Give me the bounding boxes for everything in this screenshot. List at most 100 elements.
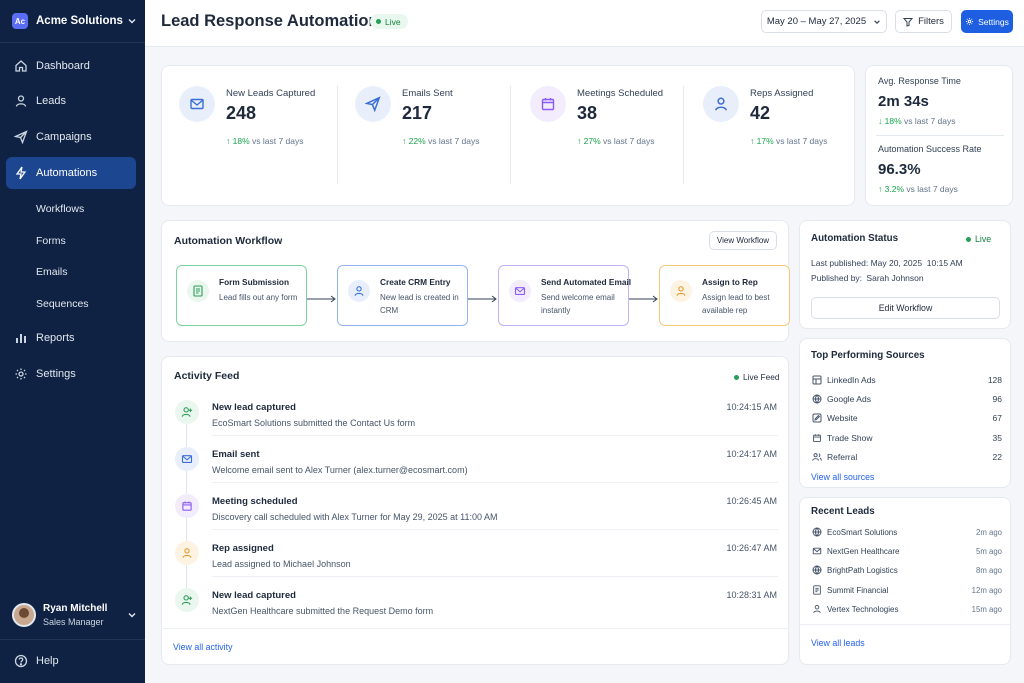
subnav-forms[interactable]: Forms — [36, 235, 66, 247]
nav-item-campaigns[interactable]: Campaigns — [6, 121, 136, 153]
settings-button[interactable]: Settings — [961, 10, 1013, 33]
date-range-picker[interactable]: May 20 – May 27, 2025 — [761, 10, 887, 33]
view-all-sources-link[interactable]: View all sources — [811, 472, 874, 482]
mail-icon — [189, 96, 205, 112]
source-row[interactable]: Website 67 — [812, 411, 1002, 425]
brand-name: Acme Solutions — [36, 15, 123, 27]
kpi-change: ↑ 18% vs last 7 days — [226, 136, 304, 146]
kpi-meetings-scheduled: Meetings Scheduled 38 ↑ 27% vs last 7 da… — [530, 86, 700, 166]
user-icon — [348, 280, 370, 302]
nav-label: Help — [36, 655, 59, 667]
step-title: Form Submission — [219, 277, 290, 287]
workflow-step[interactable]: Assign to Rep Assign lead to best availa… — [659, 265, 790, 326]
source-row[interactable]: Google Ads 96 — [812, 392, 1002, 406]
view-all-activity-link[interactable]: View all activity — [173, 642, 232, 652]
step-desc: New lead is created in CRM — [380, 293, 459, 315]
lead-row[interactable]: NextGen Healthcare 5m ago — [812, 544, 1002, 558]
nav-label: Leads — [36, 95, 66, 107]
mail-icon — [509, 280, 531, 302]
user-role: Sales Manager — [43, 617, 104, 627]
activity-time: 10:26:47 AM — [726, 543, 777, 553]
lead-time: 12m ago — [971, 585, 1002, 595]
side-kpi-change: ↑ 3.2% vs last 7 days — [878, 184, 958, 194]
activity-time: 10:24:17 AM — [726, 449, 777, 459]
nav-item-help[interactable]: Help — [6, 645, 136, 677]
kpi-compare: vs last 7 days — [603, 136, 655, 146]
activity-title: Email sent — [212, 449, 260, 460]
filters-button[interactable]: Filters — [895, 10, 952, 33]
user-icon — [670, 280, 692, 302]
help-icon — [14, 654, 28, 668]
source-row[interactable]: Trade Show 35 — [812, 431, 1002, 445]
settings-label: Settings — [978, 16, 1009, 27]
user-name: Ryan Mitchell — [43, 603, 108, 614]
lead-name: Summit Financial — [827, 585, 889, 595]
workflow-step[interactable]: Send Automated Email Send welcome email … — [498, 265, 631, 326]
workflow-step[interactable]: Create CRM Entry New lead is created in … — [337, 265, 468, 326]
subnav-emails[interactable]: Emails — [36, 266, 68, 278]
side-kpi-value: 2m 34s — [878, 93, 929, 110]
workflow-step[interactable]: Form Submission Lead fills out any form — [176, 265, 307, 326]
side-kpi-compare: vs last 7 days — [904, 116, 956, 126]
lead-row[interactable]: EcoSmart Solutions 2m ago — [812, 525, 1002, 539]
status-label: Live — [385, 16, 401, 27]
subnav-sequences[interactable]: Sequences — [36, 298, 89, 310]
user-menu[interactable]: Ryan Mitchell Sales Manager — [12, 601, 137, 629]
send-icon — [365, 96, 381, 112]
source-row[interactable]: LinkedIn Ads 128 — [812, 373, 1002, 387]
live-feed-label: Live Feed — [743, 372, 780, 382]
user-icon — [14, 94, 28, 108]
kpi-compare: vs last 7 days — [776, 136, 828, 146]
lead-name: Vertex Technologies — [827, 604, 899, 614]
nav-item-settings[interactable]: Settings — [6, 358, 136, 390]
kpi-label: Meetings Scheduled — [577, 88, 664, 99]
source-row[interactable]: Referral 22 — [812, 450, 1002, 464]
nav-label: Settings — [36, 368, 76, 380]
date-range-label: May 20 – May 27, 2025 — [766, 16, 867, 27]
activity-item[interactable]: New lead captured NextGen Healthcare sub… — [173, 584, 777, 631]
sidebar-divider — [0, 639, 145, 640]
step-title: Assign to Rep — [702, 277, 758, 287]
calendar-icon — [812, 433, 822, 443]
kpi-divider — [337, 86, 338, 184]
lead-row[interactable]: BrightPath Logistics 8m ago — [812, 563, 1002, 577]
lead-row[interactable]: Summit Financial 12m ago — [812, 583, 1002, 597]
subnav-workflows[interactable]: Workflows — [36, 203, 84, 215]
kpi-emails-sent: Emails Sent 217 ↑ 22% vs last 7 days — [355, 86, 525, 166]
sidebar: Ac Acme Solutions Dashboard Leads Campai… — [0, 0, 145, 683]
nav-item-automations[interactable]: Automations — [6, 157, 136, 189]
live-dot — [734, 374, 739, 380]
nav-item-dashboard[interactable]: Dashboard — [6, 50, 136, 82]
nav-item-leads[interactable]: Leads — [6, 85, 136, 117]
nav-item-reports[interactable]: Reports — [6, 322, 136, 354]
view-all-leads-link[interactable]: View all leads — [811, 638, 865, 648]
users-icon — [812, 452, 822, 462]
lead-name: BrightPath Logistics — [827, 565, 898, 575]
published-by-value: Sarah Johnson — [866, 273, 924, 283]
gear-icon — [14, 367, 28, 381]
workspace-switcher[interactable]: Ac Acme Solutions — [12, 11, 137, 31]
bar-chart-icon — [14, 331, 28, 345]
home-icon — [14, 59, 28, 73]
kpi-change-value: 22% — [408, 136, 426, 146]
lead-row[interactable]: Vertex Technologies 15m ago — [812, 602, 1002, 616]
globe-icon — [812, 394, 822, 404]
kpi-label: Emails Sent — [402, 88, 453, 99]
kpi-compare: vs last 7 days — [252, 136, 304, 146]
activity-divider — [212, 529, 778, 530]
lead-time: 5m ago — [975, 546, 1002, 556]
view-workflow-button[interactable]: View Workflow — [709, 231, 777, 250]
activity-time: 10:28:31 AM — [726, 590, 777, 600]
recent-leads-card: Recent Leads EcoSmart Solutions 2m ago Ne… — [799, 497, 1011, 665]
status-state: Live — [975, 234, 992, 244]
arrow-down-icon: ↓ — [878, 116, 885, 126]
step-desc: Lead fills out any form — [219, 293, 298, 302]
status-badge: Live — [966, 234, 991, 244]
nav-label: Reports — [36, 332, 75, 344]
filter-icon — [903, 17, 914, 27]
published-label: Last published: — [811, 258, 869, 268]
kpi-value: 248 — [226, 103, 257, 123]
edit-workflow-button[interactable]: Edit Workflow — [811, 297, 1000, 319]
arrow-up-icon: ↑ — [402, 136, 409, 146]
nav-label: Automations — [36, 167, 98, 179]
